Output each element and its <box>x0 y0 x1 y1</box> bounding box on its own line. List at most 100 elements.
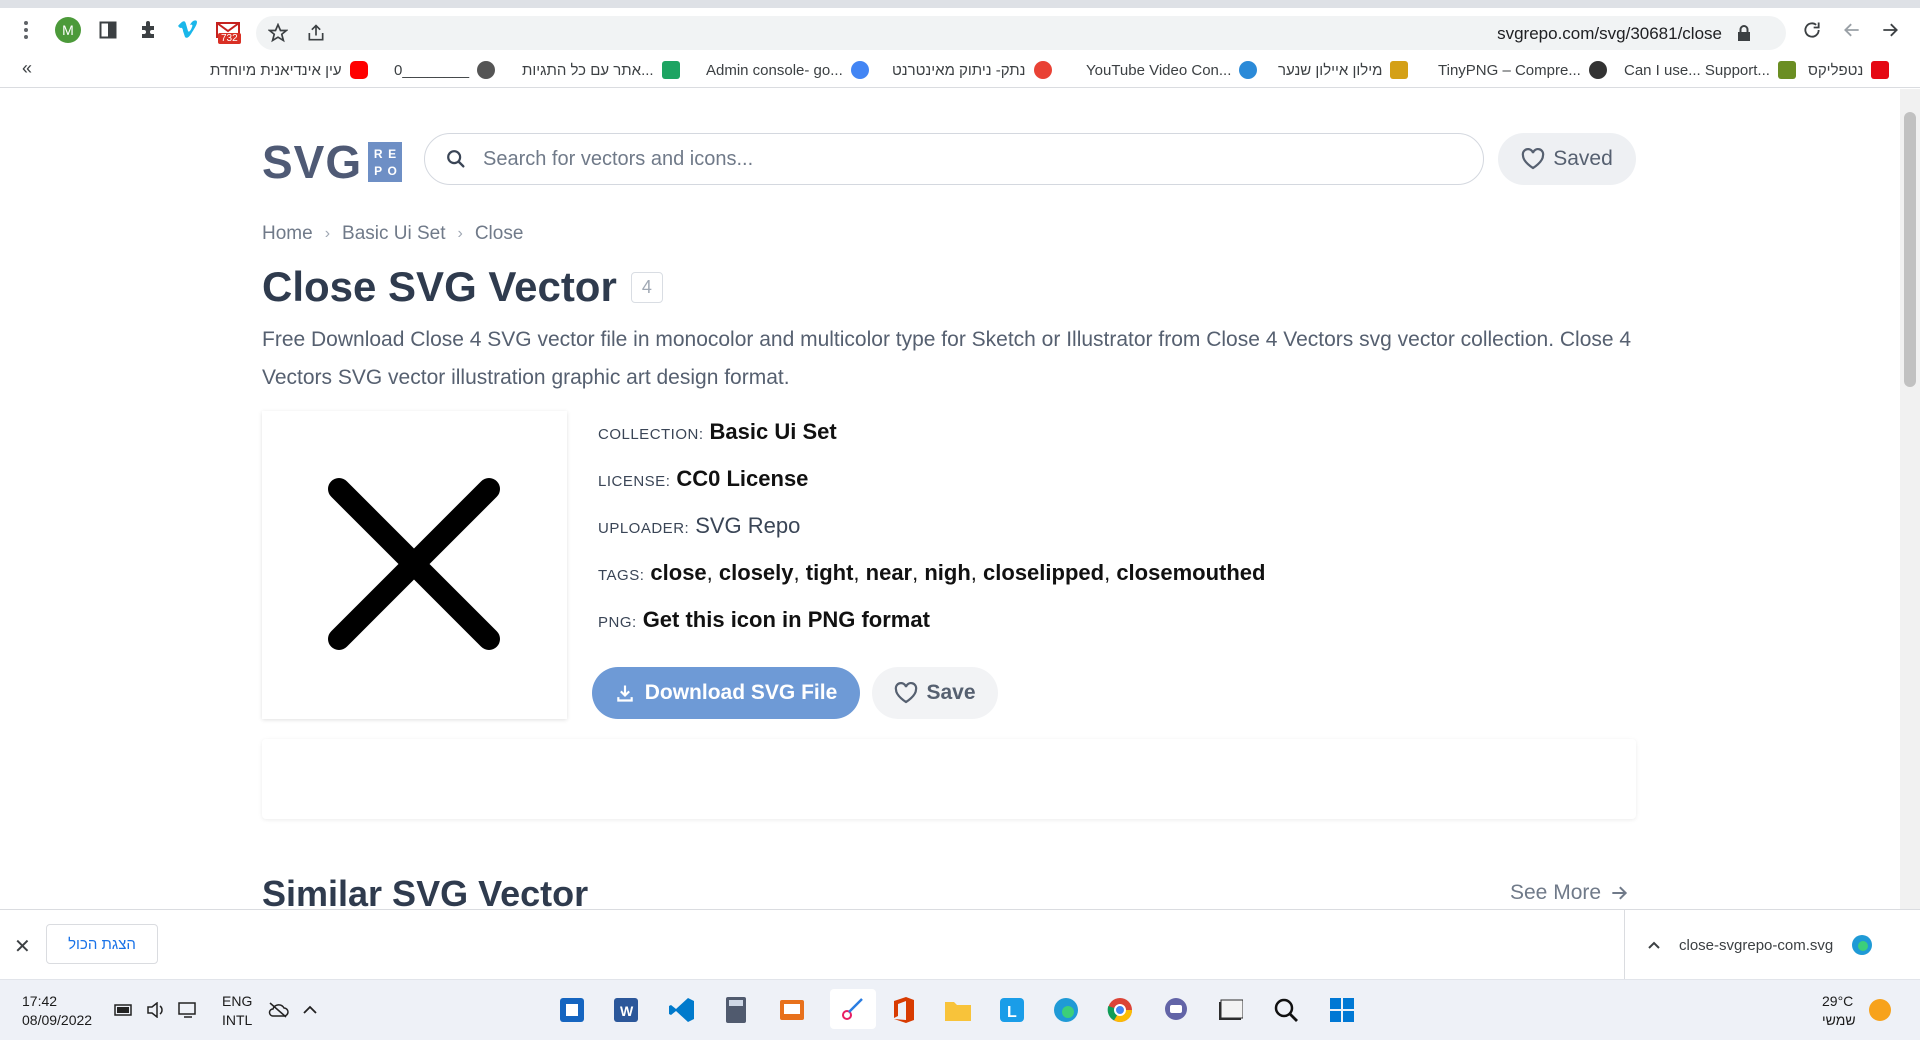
meta-tags-row: TAGS: close, closely, tight, near, nigh,… <box>598 560 1266 585</box>
search-icon <box>445 148 467 170</box>
tags-label: TAGS: <box>598 567 645 584</box>
clock-date[interactable]: 08/09/2022 <box>22 1011 92 1029</box>
search-bar[interactable] <box>424 133 1484 185</box>
download-item[interactable]: close-svgrepo-com.svg <box>1624 910 1920 980</box>
tag-link[interactable]: nigh <box>924 560 970 585</box>
bookmark-item[interactable]: YouTube Video Con... <box>1086 60 1258 80</box>
gmail-icon[interactable]: 732 <box>212 16 244 44</box>
tag-link[interactable]: close <box>650 560 706 585</box>
bookmark-item[interactable]: Admin console- go... <box>706 60 869 80</box>
snipping-tool-icon[interactable] <box>830 989 876 1029</box>
bookmark-star-icon[interactable] <box>264 19 292 47</box>
chevron-up-icon[interactable] <box>1647 940 1661 950</box>
menu-icon[interactable] <box>12 16 40 44</box>
vscode-icon[interactable] <box>666 994 698 1026</box>
feather-icon <box>1390 61 1409 79</box>
tag-link[interactable]: closely <box>719 560 794 585</box>
bookmark-item[interactable]: TinyPNG – Compre... <box>1438 60 1607 80</box>
w3-icon <box>661 61 680 79</box>
gmail-badge: 732 <box>218 33 241 44</box>
back-icon[interactable] <box>1838 16 1866 44</box>
tinypng-panda-icon <box>1588 61 1607 79</box>
uploader-value: SVG Repo <box>695 513 801 538</box>
tag-link[interactable]: near <box>866 560 912 585</box>
collection-link[interactable]: Basic Ui Set <box>710 419 837 445</box>
search-icon[interactable] <box>1270 994 1302 1026</box>
chrome-icon[interactable] <box>1104 994 1136 1026</box>
bookmarks-overflow-button[interactable]: « <box>22 58 32 79</box>
ad-placeholder <box>262 739 1636 819</box>
license-label: LICENSE: <box>598 473 671 490</box>
calculator-icon[interactable] <box>720 994 752 1026</box>
network-icon[interactable] <box>176 994 200 1026</box>
lock-icon[interactable] <box>1730 19 1758 47</box>
chevron-up-icon[interactable] <box>298 994 322 1026</box>
download-svg-button[interactable]: Download SVG File <box>592 667 860 719</box>
url-text[interactable]: svgrepo.com/svg/30681/close <box>1497 24 1722 44</box>
edge-file-icon <box>1851 934 1873 956</box>
save-button[interactable]: Save <box>872 667 998 719</box>
tag-link[interactable]: closemouthed <box>1116 560 1265 585</box>
profile-avatar[interactable]: M <box>54 16 82 44</box>
breadcrumb-collection-link[interactable]: Basic Ui Set <box>342 223 445 245</box>
tag-link[interactable]: tight <box>806 560 854 585</box>
bookmark-item[interactable]: 0________ <box>394 60 496 80</box>
start-windows-icon[interactable] <box>1326 994 1358 1026</box>
png-label: PNG: <box>598 614 637 631</box>
window-app-icon[interactable] <box>1214 994 1246 1026</box>
svgrepo-logo[interactable]: SVG R E P O <box>262 135 403 189</box>
google-icon <box>850 61 869 79</box>
cloud-offline-icon[interactable] <box>266 994 290 1026</box>
side-panel-icon[interactable] <box>94 16 122 44</box>
input-language[interactable]: ENG <box>222 992 252 1010</box>
word-icon[interactable]: W <box>610 994 642 1026</box>
browser-toolbar: M 732 svgrepo.com/svg/30681/close <box>0 8 1920 50</box>
share-icon[interactable] <box>302 19 330 47</box>
l-app-icon[interactable]: L <box>996 994 1028 1026</box>
weather-description[interactable]: שמשי <box>1822 1011 1856 1029</box>
breadcrumb-current[interactable]: Close <box>475 223 524 245</box>
download-label: Download SVG File <box>644 681 838 704</box>
license-link[interactable]: CC0 License <box>676 466 808 492</box>
extensions-icon[interactable] <box>134 16 162 44</box>
logo-letter: E <box>388 146 397 161</box>
app-icon-1[interactable] <box>556 994 588 1026</box>
page-title: Close SVG Vector 4 <box>262 263 663 311</box>
saved-label: Saved <box>1553 147 1613 170</box>
bookmark-item[interactable]: נתק- ניתוק מאינטרנט <box>892 60 1052 80</box>
bookmark-item[interactable]: אתר עם כל התגיות... <box>522 60 680 80</box>
edge-icon[interactable] <box>1050 994 1082 1026</box>
presentation-icon[interactable] <box>776 994 808 1026</box>
bookmark-item[interactable]: מילון איילון שנער <box>1278 60 1409 80</box>
vimeo-icon[interactable] <box>174 16 202 44</box>
weather-temperature[interactable]: 29°C <box>1822 992 1853 1010</box>
see-more-label: See More <box>1510 881 1602 904</box>
bookmark-item[interactable]: עין אינדיאנית מיוחדת <box>210 60 368 80</box>
breadcrumb-home-link[interactable]: Home <box>262 223 313 245</box>
file-explorer-icon[interactable] <box>942 994 974 1026</box>
scrollbar-thumb[interactable] <box>1904 112 1916 387</box>
volume-icon[interactable] <box>144 994 168 1026</box>
similar-heading: Similar SVG Vector <box>262 873 589 909</box>
saved-button[interactable]: Saved <box>1498 133 1636 185</box>
address-bar[interactable]: svgrepo.com/svg/30681/close <box>256 16 1786 50</box>
search-input[interactable] <box>483 147 1383 171</box>
tag-link[interactable]: closelipped <box>983 560 1104 585</box>
close-icon[interactable]: ✕ <box>14 934 31 959</box>
input-layout[interactable]: INTL <box>222 1011 252 1029</box>
bookmark-item[interactable]: נטפליקס <box>1808 60 1890 80</box>
forward-icon[interactable] <box>1876 16 1904 44</box>
clock-time[interactable]: 17:42 <box>22 992 57 1010</box>
chat-icon[interactable] <box>1160 994 1192 1026</box>
battery-icon[interactable] <box>112 994 136 1026</box>
sun-icon[interactable] <box>1864 994 1896 1026</box>
png-link[interactable]: Get this icon in PNG format <box>643 607 930 633</box>
download-file-name: close-svgrepo-com.svg <box>1679 936 1834 954</box>
office-icon[interactable] <box>888 994 920 1026</box>
bookmark-item[interactable]: Can I use... Support... <box>1624 60 1796 80</box>
youtube-icon <box>349 61 368 79</box>
show-all-downloads-button[interactable]: הצגת הכול <box>46 924 158 964</box>
reload-icon[interactable] <box>1798 16 1826 44</box>
see-more-link[interactable]: See More <box>1510 881 1629 905</box>
logo-letter: P <box>374 163 383 178</box>
